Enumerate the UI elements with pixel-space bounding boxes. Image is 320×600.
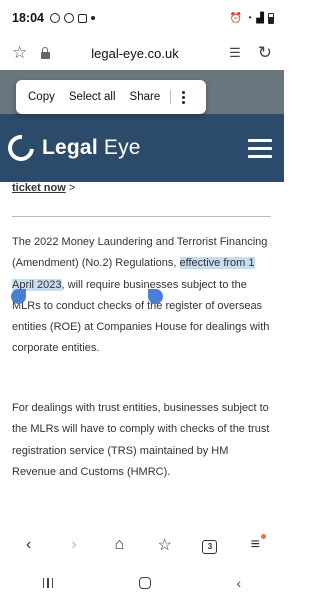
home-icon[interactable]: ⌂ xyxy=(104,536,134,554)
menu-divider xyxy=(170,90,172,104)
battery-icon xyxy=(268,12,274,24)
system-navigation-bar: ‹ xyxy=(0,566,284,600)
wifi-icon: ◔ xyxy=(246,12,253,24)
more-options-icon[interactable] xyxy=(179,90,187,104)
notification-icons xyxy=(49,13,95,23)
ticket-link[interactable]: ticket now xyxy=(12,182,66,194)
site-logo[interactable]: Legal Eye xyxy=(42,136,141,160)
ticket-line: ticket now > xyxy=(12,182,76,194)
alarm-icon: ⏰ xyxy=(229,12,243,24)
forward-icon[interactable]: › xyxy=(59,536,89,554)
browser-menu-icon[interactable]: ≡ xyxy=(240,534,270,554)
text-selection-menu: Copy Select all Share xyxy=(16,80,206,114)
reader-mode-icon[interactable]: ☰ xyxy=(224,45,246,61)
select-all-button[interactable]: Select all xyxy=(69,91,116,103)
tabs-button[interactable]: 3 xyxy=(195,536,225,554)
system-icons: ⏰ ◔ ▟ xyxy=(229,12,274,24)
hamburger-menu-icon[interactable] xyxy=(248,138,272,158)
youtube-icon xyxy=(63,13,74,23)
gallery-icon xyxy=(77,13,87,23)
url-text[interactable]: legal-eye.co.uk xyxy=(46,46,224,61)
legal-eye-logo-icon[interactable] xyxy=(2,129,40,167)
status-bar: 18:04 ⏰ ◔ ▟ xyxy=(0,0,284,36)
site-header: Legal Eye xyxy=(0,114,284,182)
divider xyxy=(12,216,271,217)
browser-toolbar: ‹ › ⌂ ☆ 3 ≡ xyxy=(0,530,284,560)
copy-button[interactable]: Copy xyxy=(28,91,55,103)
signal-icon: ▟ xyxy=(256,12,264,24)
address-bar: ☆ legal-eye.co.uk ☰ ↻ xyxy=(0,36,284,70)
recents-icon[interactable] xyxy=(42,578,54,588)
paragraph-trust-entities: For dealings with trust entities, busine… xyxy=(12,402,270,478)
back-icon[interactable]: ‹ xyxy=(14,536,44,554)
status-time: 18:04 xyxy=(12,11,44,25)
home-button-icon[interactable] xyxy=(138,577,151,589)
menu-badge xyxy=(261,534,267,539)
tabs-count: 3 xyxy=(202,540,218,554)
reload-icon[interactable]: ↻ xyxy=(246,43,272,63)
system-back-icon[interactable]: ‹ xyxy=(237,575,242,591)
paragraph-regulations: The 2022 Money Laundering and Terrorist … xyxy=(12,236,270,355)
more-notifications-icon xyxy=(90,16,95,20)
selection-end-handle[interactable] xyxy=(148,289,163,304)
bookmark-star-icon[interactable]: ☆ xyxy=(12,43,36,63)
share-button[interactable]: Share xyxy=(130,91,161,103)
bookmarks-icon[interactable]: ☆ xyxy=(150,535,180,555)
selection-start-handle[interactable] xyxy=(11,289,26,304)
whatsapp-icon xyxy=(49,13,60,23)
